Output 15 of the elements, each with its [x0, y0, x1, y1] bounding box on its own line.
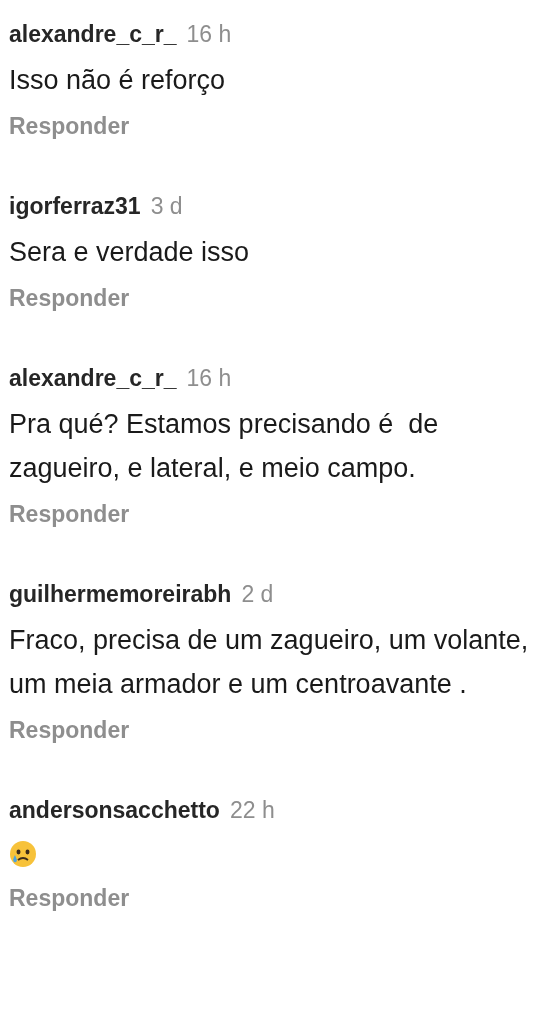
- comment-text: Isso não é reforço: [9, 64, 227, 97]
- username[interactable]: andersonsacchetto: [9, 796, 220, 824]
- username[interactable]: alexandre_c_r_: [9, 20, 177, 48]
- username[interactable]: igorferraz31: [9, 192, 141, 220]
- comment-text: Pra qué? Estamos precisando é de zagueiro, e lateral, e meio campo.: [9, 408, 440, 485]
- timestamp: 3 d: [150, 192, 183, 220]
- comment-text: Sera e verdade isso: [9, 236, 251, 269]
- timestamp: 2 d: [241, 580, 274, 608]
- username[interactable]: guilhermemoreirabh: [9, 580, 232, 608]
- comment-text: Fraco, precisa de um zagueiro, um volante, um meia armador e um centroavante .: [9, 624, 530, 701]
- username[interactable]: alexandre_c_r_: [9, 364, 177, 392]
- timestamp: 22 h: [229, 796, 275, 824]
- timestamp: 16 h: [186, 364, 232, 392]
- crying-face-icon: [9, 840, 37, 868]
- timestamp: 16 h: [186, 20, 232, 48]
